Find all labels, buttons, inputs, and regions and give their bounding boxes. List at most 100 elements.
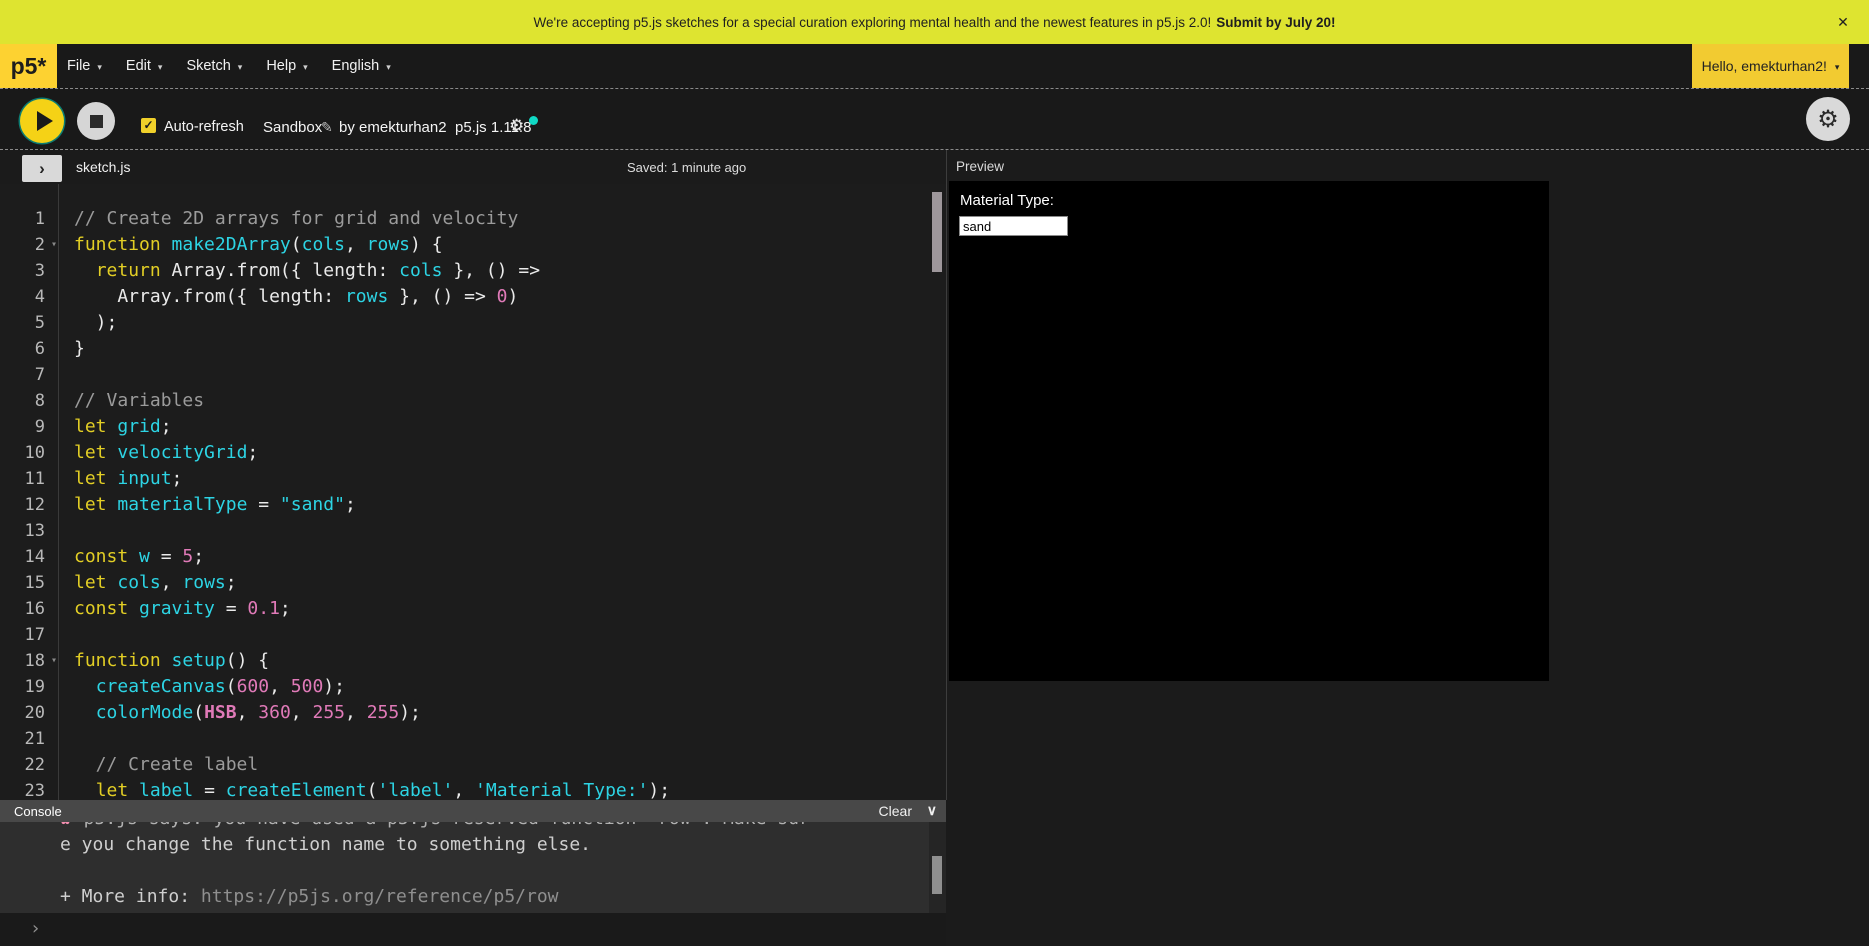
code-token [74,676,96,697]
code-token: ( [367,780,378,800]
banner-cta[interactable]: Submit by July 20! [1216,15,1335,30]
line-number: 13 [0,518,58,544]
code-line[interactable]: 8// Variables [0,388,930,414]
code-token: }, () => [388,286,496,307]
code-line[interactable]: 22 // Create label [0,752,930,778]
account-menu-button[interactable]: Hello, emekturhan2! ▾ [1692,44,1849,88]
console-collapse-icon[interactable]: ∨ [927,802,937,819]
code-line[interactable]: 17 [0,622,930,648]
code-line[interactable]: 7 [0,362,930,388]
code-line[interactable]: 15let cols, rows; [0,570,930,596]
console-input-row[interactable]: › [0,913,946,946]
console-line: e you change the function name to someth… [60,832,591,858]
code-token: function [74,650,161,671]
code-line[interactable]: 16const gravity = 0.1; [0,596,930,622]
code-token: let [74,442,107,463]
code-token: = [215,598,248,619]
settings-button[interactable]: ⚙ [1806,97,1850,141]
editor-scrollbar[interactable] [932,192,942,272]
code-token [74,780,96,800]
console-link[interactable]: https://p5js.org/reference/p5/row [201,886,559,907]
code-token: , [161,572,183,593]
code-line[interactable]: 9let grid; [0,414,930,440]
code-token: // Variables [74,390,204,411]
fold-caret-icon[interactable]: ▾ [51,649,57,673]
p5-logo[interactable]: p5* [0,44,57,88]
code-token [107,416,118,437]
stop-button[interactable] [77,102,115,140]
code-line[interactable]: 4 Array.from({ length: rows }, () => 0) [0,284,930,310]
code-token: ); [648,780,670,800]
code-token: 255 [312,702,345,723]
chevron-down-icon: ▾ [303,60,308,73]
tab-sketch-js[interactable]: sketch.js [76,159,130,175]
code-token: rows [345,286,388,307]
code-token [161,234,172,255]
menu-item-english[interactable]: English▾ [332,58,391,74]
code-text: createCanvas(600, 500); [58,674,345,700]
code-token: 600 [237,676,270,697]
code-line[interactable]: 3 return Array.from({ length: cols }, ()… [0,258,930,284]
fold-caret-icon[interactable]: ▾ [51,233,57,257]
close-icon[interactable]: ✕ [1833,12,1853,32]
material-type-input[interactable] [959,216,1068,236]
chevron-down-icon: ▾ [1835,60,1840,73]
menubar: p5* File▾ Edit▾ Sketch▾ Help▾ English▾ Hello… [0,44,1869,89]
line-number: 22 [0,752,58,778]
code-token: make2DArray [172,234,291,255]
code-line[interactable]: 13 [0,518,930,544]
code-line[interactable]: 18▾function setup() { [0,648,930,674]
code-line[interactable]: 5 ); [0,310,930,336]
code-token: const [74,598,128,619]
code-token: ; [345,494,356,515]
code-token: let [74,494,107,515]
code-token: = [247,494,280,515]
code-line[interactable]: 20 colorMode(HSB, 360, 255, 255); [0,700,930,726]
play-button[interactable] [20,99,64,143]
code-line[interactable]: 11let input; [0,466,930,492]
version-gear-icon[interactable]: ⚙ [509,116,524,136]
console-scrollbar-track [929,822,946,913]
autorefresh-label: Auto-refresh [164,119,244,135]
code-token: grid [117,416,160,437]
code-token: () { [226,650,269,671]
code-token: ( [226,676,237,697]
line-number: 12 [0,492,58,518]
flower-emoji-icon: ✿ [60,822,71,829]
code-line[interactable]: 6} [0,336,930,362]
account-label: Hello, emekturhan2! [1702,58,1827,74]
code-line[interactable]: 14const w = 5; [0,544,930,570]
code-editor[interactable]: 1// Create 2D arrays for grid and veloci… [0,184,946,800]
code-line[interactable]: 10let velocityGrid; [0,440,930,466]
code-token [107,442,118,463]
code-token: "sand" [280,494,345,515]
autorefresh-checkbox[interactable]: ✓ [141,118,156,133]
code-line[interactable]: 1// Create 2D arrays for grid and veloci… [0,206,930,232]
code-token: let [96,780,129,800]
console-clear-button[interactable]: Clear [879,803,912,819]
code-token [107,572,118,593]
banner-message: We're accepting p5.js sketches for a spe… [534,15,1212,30]
code-line[interactable]: 23 let label = createElement('label', 'M… [0,778,930,800]
expand-sidebar-button[interactable]: › [22,155,62,182]
code-line[interactable]: 12let materialType = "sand"; [0,492,930,518]
code-text: let grid; [58,414,172,440]
edit-project-name-icon[interactable]: ✎ [321,119,333,136]
code-token: ) [508,286,519,307]
sketch-canvas[interactable]: Material Type: [949,181,1549,681]
menu-item-edit[interactable]: Edit▾ [126,58,163,74]
menu-item-file[interactable]: File▾ [67,58,102,74]
code-text: return Array.from({ length: cols }, () =… [58,258,540,284]
code-line[interactable]: 21 [0,726,930,752]
code-token: 5 [182,546,193,567]
console-scrollbar[interactable] [932,856,942,894]
chevron-down-icon: ▾ [386,60,391,73]
code-token: w [139,546,150,567]
menu-item-help[interactable]: Help▾ [266,58,307,74]
menu-item-sketch[interactable]: Sketch▾ [186,58,242,74]
code-line[interactable]: 2▾function make2DArray(cols, rows) { [0,232,930,258]
project-name[interactable]: Sandbox [263,119,322,136]
console-output: ✿ p5.js says: you have used a p5.js rese… [0,822,946,913]
code-line[interactable]: 19 createCanvas(600, 500); [0,674,930,700]
editor-pane: › sketch.js Saved: 1 minute ago 1// Crea… [0,150,946,800]
